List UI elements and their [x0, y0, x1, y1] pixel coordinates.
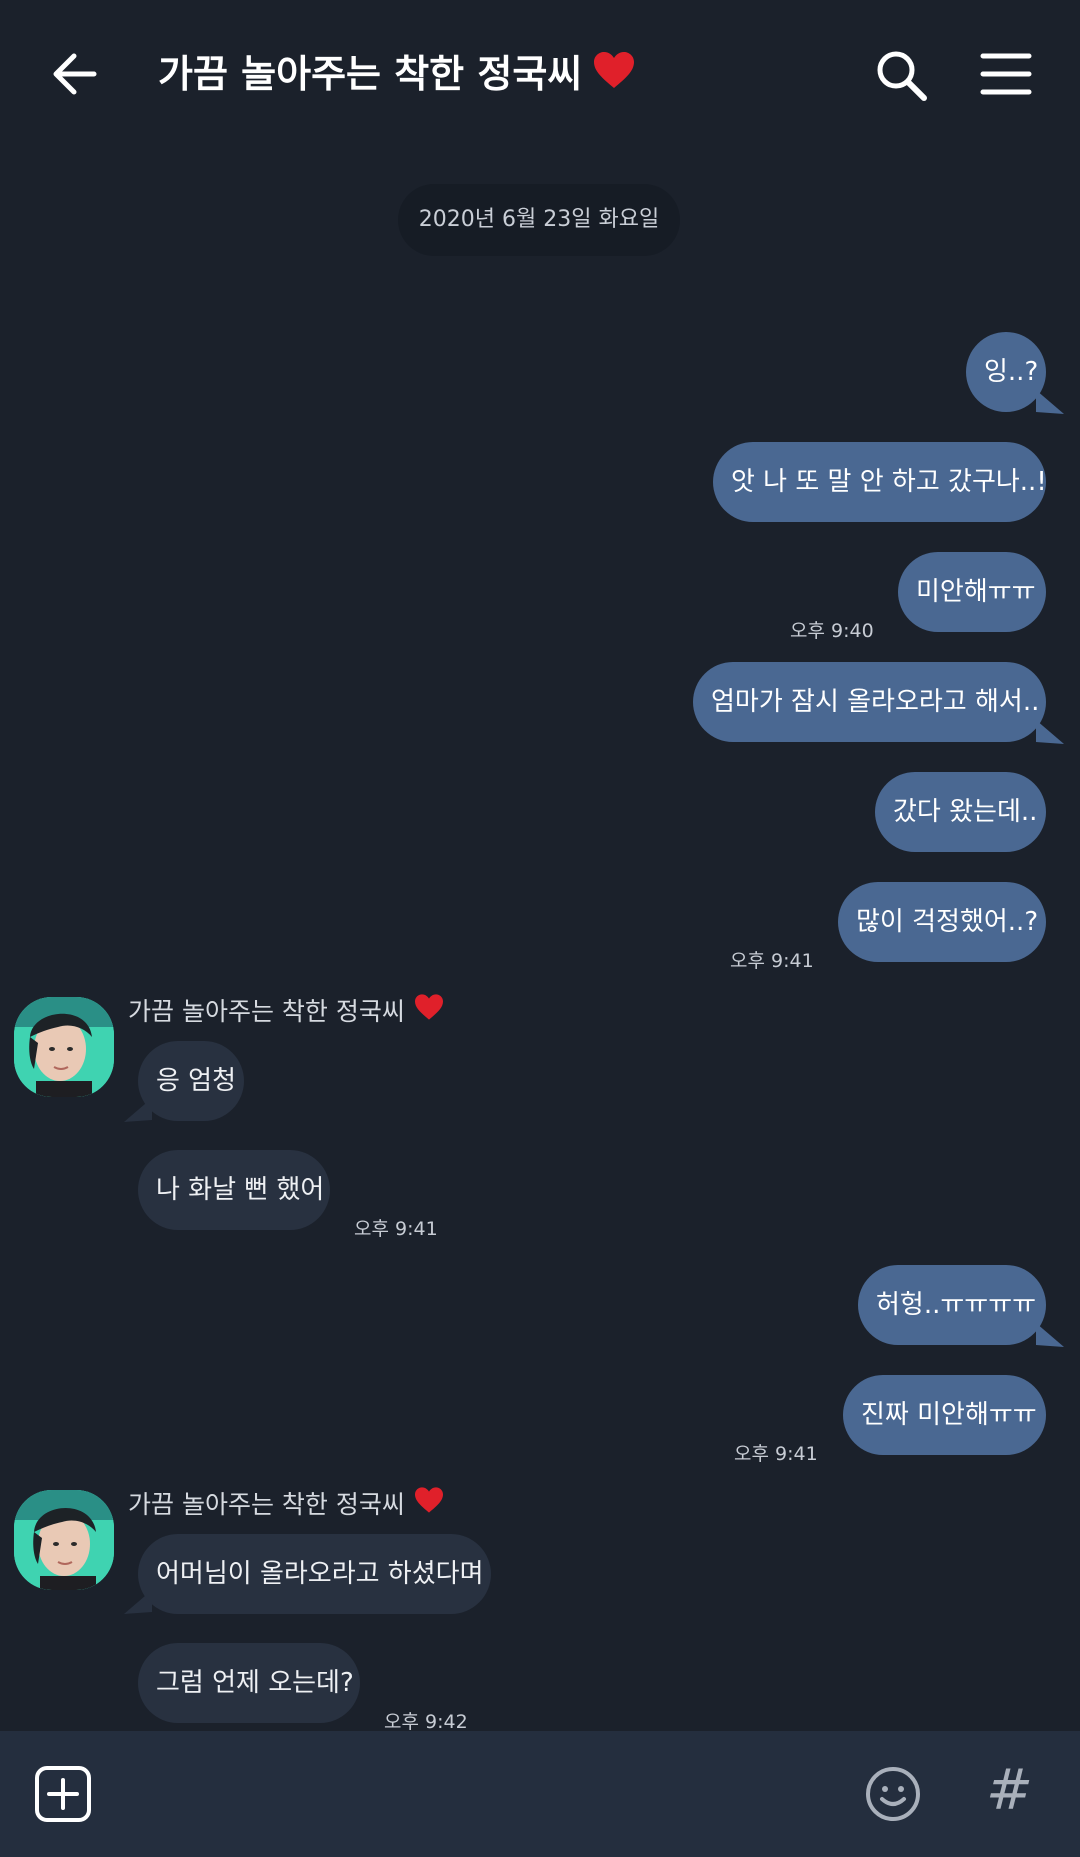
chat-screen: 가끔 놀아주는 착한 정국씨 2020년 6월 23일 화요일 잉..? 앗 나… — [0, 0, 1080, 1857]
my-message-bubble[interactable]: 진짜 미안해ㅠㅠ — [843, 1375, 1046, 1455]
chat-header: 가끔 놀아주는 착한 정국씨 — [0, 0, 1080, 150]
my-message-bubble[interactable]: 많이 걱정했어..? — [838, 882, 1046, 962]
sender-name: 가끔 놀아주는 착한 정국씨 — [128, 1485, 445, 1526]
message-timestamp: 오후 9:40 — [790, 620, 874, 642]
date-divider: 2020년 6월 23일 화요일 — [398, 184, 680, 256]
my-message-bubble[interactable]: 앗 나 또 말 안 하고 갔구나..! — [713, 442, 1047, 522]
sender-name-text: 가끔 놀아주는 착한 정국씨 — [128, 1490, 405, 1519]
my-message-bubble[interactable]: 허헝..ㅠㅠㅠㅠ — [858, 1265, 1046, 1345]
their-message-bubble[interactable]: 응 엄청 — [138, 1041, 244, 1121]
bubble-tail — [1036, 720, 1064, 744]
my-message-bubble[interactable]: 갔다 왔는데.. — [875, 772, 1046, 852]
smiley-icon — [866, 1767, 920, 1821]
sender-name: 가끔 놀아주는 착한 정국씨 — [128, 992, 445, 1033]
sender-name-text: 가끔 놀아주는 착한 정국씨 — [128, 997, 405, 1026]
bubble-tail — [1036, 390, 1064, 414]
menu-button[interactable] — [980, 50, 1032, 98]
profile-photo — [14, 1490, 114, 1590]
their-message-bubble[interactable]: 그럼 언제 오는데? — [138, 1643, 360, 1723]
search-button[interactable] — [872, 46, 932, 106]
their-message-bubble[interactable]: 나 화날 뻔 했어 — [138, 1150, 330, 1230]
bubble-tail — [1036, 1323, 1064, 1347]
profile-photo — [14, 997, 114, 1097]
emoji-button[interactable] — [864, 1765, 922, 1823]
message-timestamp: 오후 9:41 — [730, 950, 814, 972]
my-message-bubble[interactable]: 잉..? — [966, 332, 1046, 412]
chat-title-text: 가끔 놀아주는 착한 정국씨 — [158, 52, 583, 96]
my-message-bubble[interactable]: 엄마가 잠시 올라오라고 해서.. — [693, 662, 1046, 742]
message-timestamp: 오후 9:41 — [734, 1443, 818, 1465]
arrow-left-icon — [53, 53, 97, 95]
avatar[interactable] — [14, 997, 114, 1097]
chat-title: 가끔 놀아주는 착한 정국씨 — [158, 46, 636, 105]
heart-icon — [413, 993, 445, 1033]
heart-icon — [592, 49, 636, 105]
message-timestamp: 오후 9:42 — [384, 1711, 468, 1733]
my-message-bubble[interactable]: 미안해ㅠㅠ — [898, 552, 1046, 632]
hashtag-button[interactable]: # — [986, 1759, 1033, 1823]
bottom-input-bar: # — [0, 1731, 1080, 1857]
their-message-bubble[interactable]: 어머님이 올라오라고 하셨다며 — [138, 1534, 491, 1614]
message-timestamp: 오후 9:41 — [354, 1218, 438, 1240]
back-button[interactable] — [44, 44, 108, 108]
avatar[interactable] — [14, 1490, 114, 1590]
hamburger-menu-icon — [980, 53, 1032, 95]
search-icon — [877, 51, 927, 101]
plus-square-icon — [35, 1766, 91, 1822]
attach-button[interactable] — [34, 1765, 92, 1823]
heart-icon — [413, 1486, 445, 1526]
